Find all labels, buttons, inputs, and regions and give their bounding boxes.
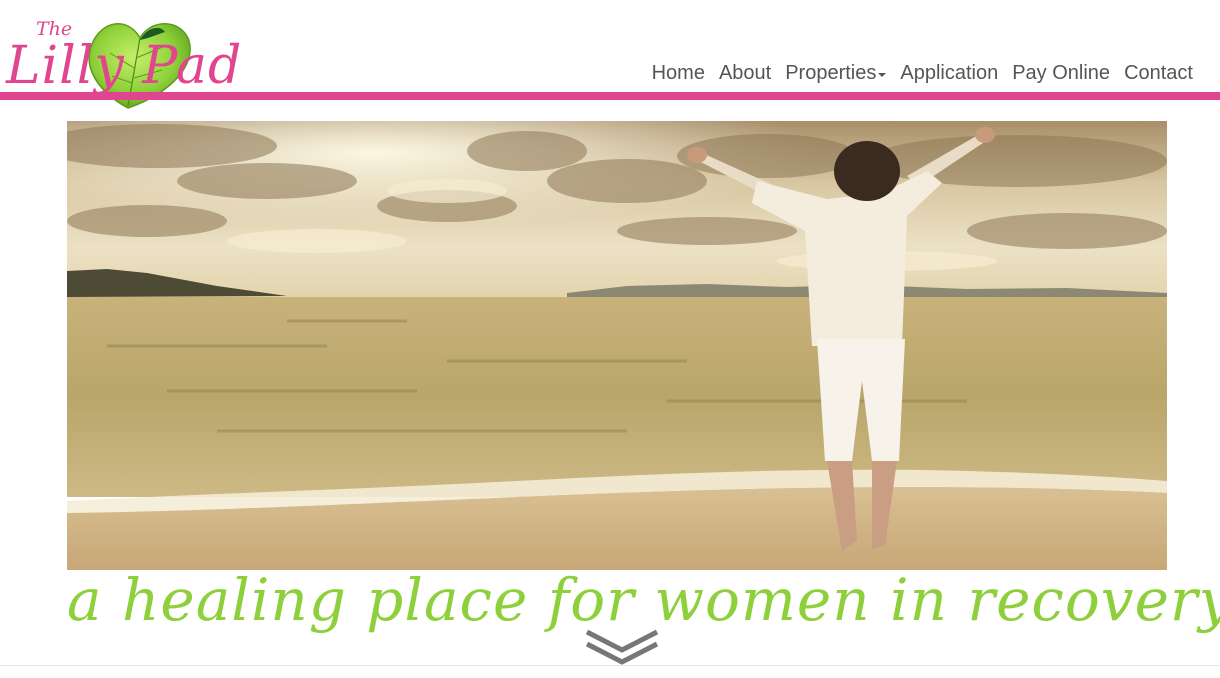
page: The Lilly Pad Home About Properties Appl… [0,0,1220,678]
nav-contact[interactable]: Contact [1117,62,1200,85]
nav-properties-label: Properties [785,62,877,84]
nav-about-label: About [718,62,772,84]
caret-down-icon [878,73,887,77]
logo-name-text: Lilly Pad [6,36,243,96]
tagline: a healing place for women in recovery [67,566,1220,634]
nav-contact-label: Contact [1124,62,1193,84]
hero-image [67,121,1167,570]
nav-application[interactable]: Application [893,62,1005,85]
nav-pay-online-label: Pay Online [1012,62,1111,84]
nav-pay-online[interactable]: Pay Online [1005,62,1117,85]
site-logo[interactable]: The Lilly Pad [0,8,300,123]
nav-about[interactable]: About [712,62,778,85]
nav-home[interactable]: Home [645,62,712,85]
header-divider [0,92,1220,100]
nav-properties[interactable]: Properties [778,62,893,85]
nav-application-label: Application [900,62,999,84]
nav-home-label: Home [651,62,705,84]
section-divider [0,665,1220,666]
chevron-down-icon[interactable] [585,628,659,666]
main-nav: Home About Properties Application Pay On… [645,62,1200,85]
